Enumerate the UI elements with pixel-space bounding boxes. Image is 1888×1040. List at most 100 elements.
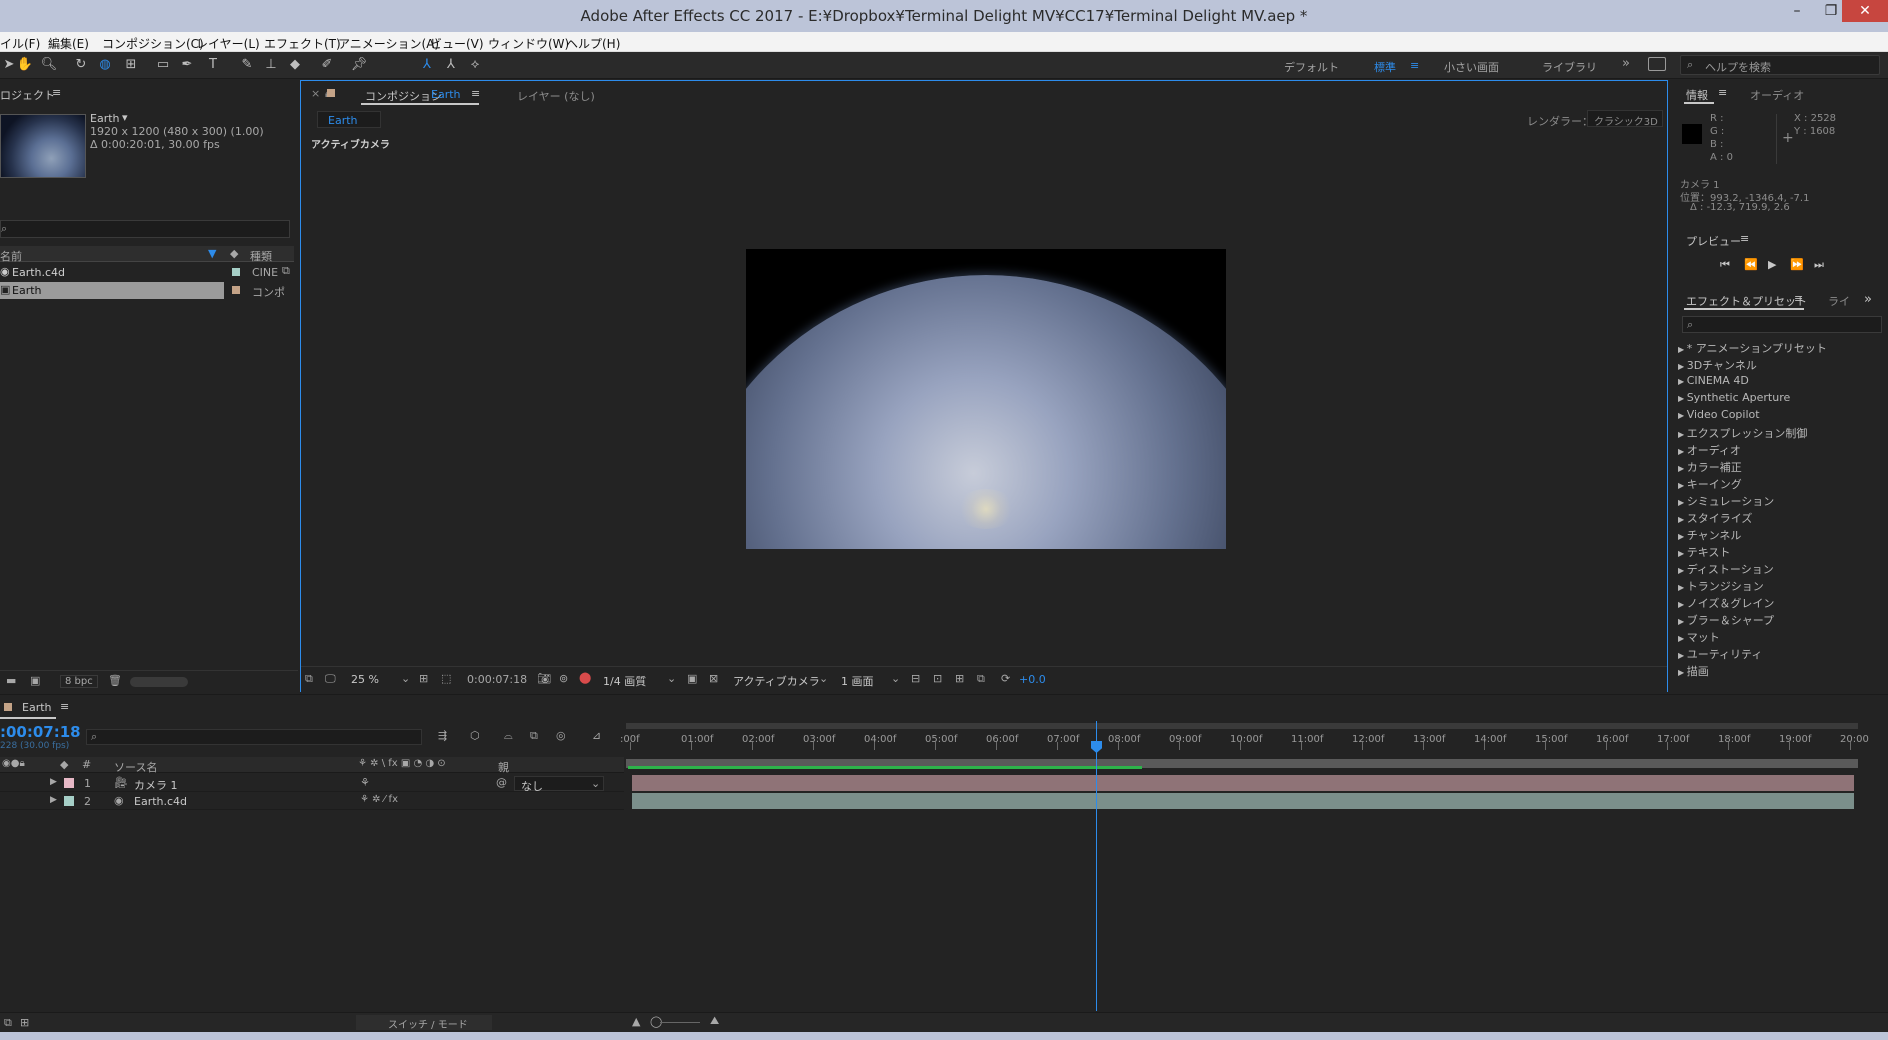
playhead-handle-icon[interactable] — [1091, 741, 1102, 753]
view-value[interactable]: アクティブカメラ — [733, 673, 820, 689]
next-frame-icon[interactable]: ⏩ — [1790, 258, 1804, 271]
menu-layer[interactable]: レイヤー(L) — [196, 35, 260, 52]
more-tabs-icon[interactable]: » — [1864, 292, 1872, 307]
effects-category-item[interactable]: ▶ Synthetic Aperture — [1678, 391, 1790, 404]
safe-zones-icon[interactable]: ⊞ — [419, 672, 428, 685]
color-channels-icon[interactable]: ⬤ — [579, 671, 591, 684]
rectangle-tool-icon[interactable]: ▭ — [154, 56, 172, 74]
effects-category-item[interactable]: ▶ カラー補正 — [1678, 459, 1742, 475]
project-search-field[interactable]: ⌕ — [0, 220, 290, 238]
more-workspaces-icon[interactable]: » — [1622, 56, 1630, 71]
effects-category-item[interactable]: ▶ チャンネル — [1678, 527, 1741, 543]
menu-file[interactable]: イル(F) — [0, 35, 40, 52]
minimize-button[interactable]: – — [1780, 0, 1814, 22]
preview-tab[interactable]: プレビュー — [1686, 233, 1741, 249]
puppet-pin-icon[interactable]: 📌︎ — [350, 56, 368, 74]
effects-category-item[interactable]: ▶ CINEMA 4D — [1678, 374, 1749, 387]
menu-composition[interactable]: コンポジション(C) — [102, 35, 204, 52]
effects-category-item[interactable]: ▶ マット — [1678, 629, 1720, 645]
frame-blending-icon[interactable]: ⧉ — [530, 729, 538, 743]
project-row-selected[interactable]: ▣ Earth — [0, 282, 224, 299]
time-navigator[interactable] — [626, 723, 1858, 729]
preview-menu-icon[interactable]: ≡ — [1740, 232, 1749, 245]
layer-switches-icons[interactable]: ⚘ ✲ ⁄ fx — [360, 794, 398, 805]
toggle-switches-icon[interactable]: ⧉ — [4, 1016, 12, 1030]
effects-category-item[interactable]: ▶ オーディオ — [1678, 442, 1741, 458]
clone-stamp-icon[interactable]: ⊥ — [262, 56, 280, 74]
trash-icon[interactable]: 🗑︎ — [108, 674, 122, 687]
effects-category-item[interactable]: ▶ ユーティリティ — [1678, 646, 1762, 662]
view-axis-icon[interactable]: ⟡ — [466, 56, 484, 74]
exposure-value[interactable]: +0.0 — [1019, 673, 1046, 686]
workspace-libraries[interactable]: ライブラリ — [1542, 59, 1597, 75]
effects-category-item[interactable]: ▶ 描画 — [1678, 663, 1709, 679]
orbit-camera-icon[interactable]: ◍ — [96, 56, 114, 74]
switch-mode-button[interactable]: スイッチ / モード — [356, 1015, 492, 1031]
zoom-value[interactable]: 25 % — [351, 673, 379, 686]
layer-row[interactable]: ▶ 1 🎥︎ カメラ 1 ⚘ @ なし ⌄ — [0, 775, 624, 793]
new-comp-icon[interactable]: ▣ — [30, 674, 40, 687]
project-row[interactable]: ◉ Earth.c4d CINE ⧉ — [0, 264, 294, 281]
timeline-icon[interactable]: ⊞ — [955, 672, 964, 685]
effects-tab[interactable]: エフェクト＆プリセット — [1686, 293, 1807, 309]
project-tab[interactable]: ロジェクト — [0, 87, 55, 103]
label-swatch[interactable] — [232, 268, 240, 276]
comp-tab-menu-icon[interactable]: ≡ — [471, 87, 480, 100]
parent-column[interactable]: 親 — [498, 759, 509, 775]
layer-label-swatch[interactable] — [64, 796, 74, 806]
effects-category-item[interactable]: ▶ * アニメーションプリセット — [1678, 340, 1827, 356]
chevron-down-icon[interactable]: ⌄ — [819, 672, 828, 685]
effects-category-item[interactable]: ▶ キーイング — [1678, 476, 1742, 492]
effects-category-item[interactable]: ▶ ノイズ＆グレイン — [1678, 595, 1774, 611]
shy-layers-icon[interactable]: ⌓ — [504, 729, 513, 743]
column-type[interactable]: 種類 — [250, 248, 272, 264]
bpc-button[interactable]: 8 bpc — [60, 675, 98, 688]
chevron-down-icon[interactable]: ⌄ — [891, 672, 900, 685]
effects-category-item[interactable]: ▶ シミュレーション — [1678, 493, 1774, 509]
audio-tab[interactable]: オーディオ — [1750, 87, 1804, 103]
chevron-down-icon[interactable]: ⌄ — [667, 672, 676, 685]
flowchart-icon[interactable]: ⧉ — [977, 672, 985, 686]
always-preview-icon[interactable]: ⧉ — [305, 672, 313, 686]
column-name[interactable]: 名前 — [0, 248, 22, 264]
effects-category-item[interactable]: ▶ 3Dチャンネル — [1678, 357, 1757, 373]
info-menu-icon[interactable]: ≡ — [1718, 86, 1727, 99]
expand-arrow-icon[interactable]: ▶ — [50, 795, 57, 805]
resolution-value[interactable]: 1/4 画質 — [603, 673, 646, 689]
roto-brush-icon[interactable]: ✐ — [318, 56, 336, 74]
effects-category-item[interactable]: ▶ テキスト — [1678, 544, 1730, 560]
layer-label-swatch[interactable] — [64, 778, 74, 788]
workspace-small-screen[interactable]: 小さい画面 — [1444, 59, 1499, 75]
views-value[interactable]: 1 画面 — [841, 673, 874, 689]
layer-name[interactable]: Earth.c4d — [134, 795, 187, 808]
graph-editor-icon[interactable]: ⊿ — [592, 729, 601, 742]
playhead[interactable] — [1096, 721, 1097, 1011]
play-icon[interactable]: ▶ — [1768, 258, 1776, 271]
chevron-down-icon[interactable]: ⌄ — [401, 672, 410, 685]
project-item-name[interactable]: Earth — [90, 112, 120, 125]
world-axis-icon[interactable]: ⅄ — [442, 56, 460, 74]
rotate-tool-icon[interactable]: ↻ — [72, 56, 90, 74]
brush-tool-icon[interactable]: ✎ — [238, 56, 256, 74]
last-frame-icon[interactable]: ⏭ — [1814, 258, 1824, 272]
draft-3d-icon[interactable]: ⬡ — [470, 729, 480, 742]
first-frame-icon[interactable]: ⏮ — [1720, 258, 1730, 272]
workspace-default[interactable]: デフォルト — [1284, 59, 1339, 75]
comp-tab-name[interactable]: Earth — [431, 88, 461, 101]
timeline-tab[interactable]: Earth — [22, 701, 52, 714]
region-of-interest-icon[interactable]: ▣ — [687, 672, 697, 685]
earth-layer-bar[interactable] — [632, 793, 1854, 809]
zoom-out-icon[interactable]: ▲ — [632, 1015, 640, 1028]
menu-animation[interactable]: アニメーション(A) — [338, 35, 439, 52]
new-folder-icon[interactable]: ▬ — [6, 674, 16, 687]
timeline-current-time[interactable]: :00:07:18 — [0, 723, 81, 741]
source-name-column[interactable]: ソース名 — [114, 759, 157, 775]
mask-visibility-icon[interactable]: ⬚ — [441, 672, 451, 685]
menu-help[interactable]: ヘルプ(H) — [566, 35, 620, 52]
comp-viewer[interactable] — [746, 249, 1226, 549]
zoom-slider[interactable] — [660, 1022, 700, 1023]
layer-name[interactable]: カメラ 1 — [134, 777, 178, 793]
thumbnail-scrollbar[interactable] — [130, 677, 188, 687]
effects-category-item[interactable]: ▶ スタイライズ — [1678, 510, 1752, 526]
label-swatch[interactable] — [232, 286, 240, 294]
